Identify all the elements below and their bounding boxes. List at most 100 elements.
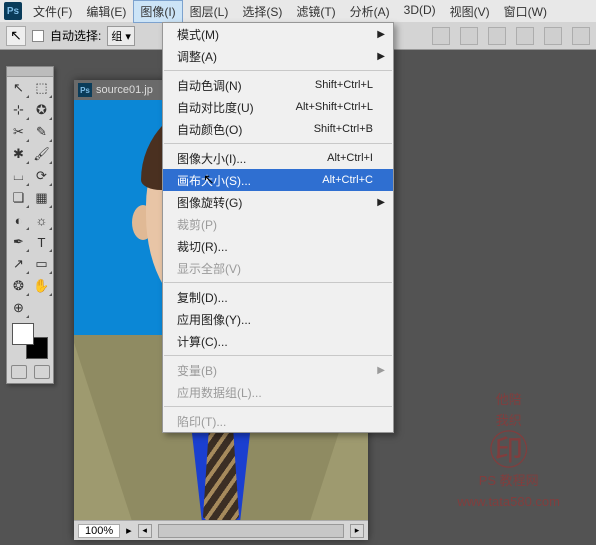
doc-ps-icon: Ps bbox=[78, 83, 92, 97]
zoom-level[interactable]: 100% bbox=[78, 524, 120, 538]
menu-item-label: 裁切(R)... bbox=[177, 238, 228, 255]
menu-item-label: 陷印(T)... bbox=[177, 413, 226, 430]
menu-item-label: 复制(D)... bbox=[177, 289, 228, 306]
menu-item-shortcut: Alt+Ctrl+I bbox=[327, 152, 373, 164]
menu-separator bbox=[164, 70, 392, 71]
menu-item: 变量(B) ▶ bbox=[163, 359, 393, 381]
menu-separator bbox=[164, 406, 392, 407]
path-tool-icon[interactable]: ↗ bbox=[7, 253, 30, 275]
hand-tool-icon[interactable]: ✋ bbox=[30, 275, 53, 297]
status-info-icon[interactable]: ▸ bbox=[126, 524, 132, 537]
menu-图像[interactable]: 图像(I) bbox=[133, 0, 182, 23]
auto-select-checkbox[interactable] bbox=[32, 30, 44, 42]
menu-item[interactable]: 应用图像(Y)... bbox=[163, 308, 393, 330]
menu-item-label: 图像大小(I)... bbox=[177, 150, 246, 167]
menu-item-shortcut: Alt+Ctrl+C bbox=[322, 174, 373, 186]
submenu-arrow-icon: ▶ bbox=[377, 365, 385, 376]
menu-文件[interactable]: 文件(F) bbox=[26, 0, 79, 23]
menu-item[interactable]: 复制(D)... bbox=[163, 286, 393, 308]
menu-item-label: 变量(B) bbox=[177, 362, 217, 379]
menu-item[interactable]: 自动对比度(U) Alt+Shift+Ctrl+L bbox=[163, 96, 393, 118]
watermark: 他陪 我织 ㊞ PS 教程网 www.tata580.com bbox=[457, 390, 560, 513]
scroll-right-icon[interactable]: ▸ bbox=[350, 524, 364, 538]
gradient-tool-icon[interactable]: ▦ bbox=[30, 187, 53, 209]
auto-select-dropdown[interactable]: 组 ▾ bbox=[107, 26, 135, 46]
menu-窗口[interactable]: 窗口(W) bbox=[497, 0, 554, 23]
align-icon bbox=[460, 27, 478, 45]
menu-item[interactable]: 模式(M)▶ bbox=[163, 23, 393, 45]
align-icon bbox=[516, 27, 534, 45]
align-icon bbox=[488, 27, 506, 45]
menu-item[interactable]: 裁切(R)... bbox=[163, 235, 393, 257]
move-tool-icon[interactable]: ↖ bbox=[7, 77, 30, 99]
menu-item[interactable]: 自动颜色(O) Shift+Ctrl+B bbox=[163, 118, 393, 140]
align-icon bbox=[544, 27, 562, 45]
auto-select-label: 自动选择: bbox=[50, 27, 101, 44]
menu-separator bbox=[164, 355, 392, 356]
zoom-tool-icon[interactable]: ⊕ bbox=[7, 297, 30, 319]
pen-tool-icon[interactable]: ✒ bbox=[7, 231, 30, 253]
menu-item[interactable]: 自动色调(N) Shift+Ctrl+L bbox=[163, 74, 393, 96]
menu-item: 陷印(T)... bbox=[163, 410, 393, 432]
toolbox: ↖⬚⊹✪✂✎✱🖌⌴⟳❏▦◐☼✒T↗▭❂✋⊕ bbox=[6, 66, 54, 384]
submenu-arrow-icon: ▶ bbox=[377, 29, 385, 40]
menu-item-label: 应用数据组(L)... bbox=[177, 384, 262, 401]
foreground-color-swatch[interactable] bbox=[12, 323, 34, 345]
quickmask-off-icon[interactable] bbox=[11, 365, 27, 379]
3d-tool-icon[interactable]: ❂ bbox=[7, 275, 30, 297]
wand-tool-icon[interactable]: ✪ bbox=[30, 99, 53, 121]
menu-item[interactable]: 图像大小(I)... Alt+Ctrl+I bbox=[163, 147, 393, 169]
menu-item-label: 自动色调(N) bbox=[177, 77, 242, 94]
menu-图层[interactable]: 图层(L) bbox=[183, 0, 236, 23]
active-tool-icon[interactable]: ↖ bbox=[6, 26, 26, 46]
align-icon bbox=[432, 27, 450, 45]
menu-item-shortcut: Shift+Ctrl+L bbox=[315, 79, 373, 91]
menu-item-shortcut: Shift+Ctrl+B bbox=[314, 123, 373, 135]
menubar: Ps 文件(F)编辑(E)图像(I)图层(L)选择(S)滤镜(T)分析(A)3D… bbox=[0, 0, 596, 22]
menu-编辑[interactable]: 编辑(E) bbox=[79, 0, 133, 23]
menu-item[interactable]: 计算(C)... bbox=[163, 330, 393, 352]
quickmask-on-icon[interactable] bbox=[34, 365, 50, 379]
dodge-tool-icon[interactable]: ☼ bbox=[30, 209, 53, 231]
menu-item-label: 自动颜色(O) bbox=[177, 121, 242, 138]
menu-item-label: 计算(C)... bbox=[177, 333, 228, 350]
menu-separator bbox=[164, 143, 392, 144]
crop-tool-icon[interactable]: ✂ bbox=[7, 121, 30, 143]
menu-item-label: 自动对比度(U) bbox=[177, 99, 254, 116]
marquee-tool-icon[interactable]: ⬚ bbox=[30, 77, 53, 99]
menu-item[interactable]: 画布大小(S)...Alt+Ctrl+C↖ bbox=[163, 169, 393, 191]
menu-3d[interactable]: 3D(D) bbox=[397, 0, 443, 23]
menu-item-shortcut: Alt+Shift+Ctrl+L bbox=[296, 101, 373, 113]
history-tool-icon[interactable]: ⟳ bbox=[30, 165, 53, 187]
scroll-left-icon[interactable]: ◂ bbox=[138, 524, 152, 538]
menu-视图[interactable]: 视图(V) bbox=[443, 0, 497, 23]
menu-item-label: 调整(A) bbox=[177, 48, 217, 65]
menu-选择[interactable]: 选择(S) bbox=[235, 0, 289, 23]
blur-tool-icon[interactable]: ◐ bbox=[7, 209, 30, 231]
lasso-tool-icon[interactable]: ⊹ bbox=[7, 99, 30, 121]
toolbox-grip[interactable] bbox=[7, 67, 53, 77]
seal-icon: ㊞ bbox=[457, 431, 560, 471]
stamp-tool-icon[interactable]: ⌴ bbox=[7, 165, 30, 187]
h-scrollbar[interactable] bbox=[158, 524, 344, 538]
blank-tool-icon bbox=[30, 297, 53, 319]
menu-item[interactable]: 图像旋转(G)▶ bbox=[163, 191, 393, 213]
menu-separator bbox=[164, 282, 392, 283]
brush-tool-icon[interactable]: 🖌 bbox=[30, 143, 53, 165]
align-icon bbox=[572, 27, 590, 45]
menu-item[interactable]: 调整(A)▶ bbox=[163, 45, 393, 67]
eraser-tool-icon[interactable]: ❏ bbox=[7, 187, 30, 209]
menu-item-label: 图像旋转(G) bbox=[177, 194, 242, 211]
menu-item: 显示全部(V) bbox=[163, 257, 393, 279]
color-swatch bbox=[7, 319, 53, 363]
menu-item-label: 应用图像(Y)... bbox=[177, 311, 251, 328]
heal-tool-icon[interactable]: ✱ bbox=[7, 143, 30, 165]
menu-item-label: 显示全部(V) bbox=[177, 260, 241, 277]
shape-tool-icon[interactable]: ▭ bbox=[30, 253, 53, 275]
menu-滤镜[interactable]: 滤镜(T) bbox=[289, 0, 342, 23]
menu-item: 应用数据组(L)... bbox=[163, 381, 393, 403]
eyedropper-tool-icon[interactable]: ✎ bbox=[30, 121, 53, 143]
menu-分析[interactable]: 分析(A) bbox=[343, 0, 397, 23]
menu-item-label: 裁剪(P) bbox=[177, 216, 217, 233]
type-tool-icon[interactable]: T bbox=[30, 231, 53, 253]
